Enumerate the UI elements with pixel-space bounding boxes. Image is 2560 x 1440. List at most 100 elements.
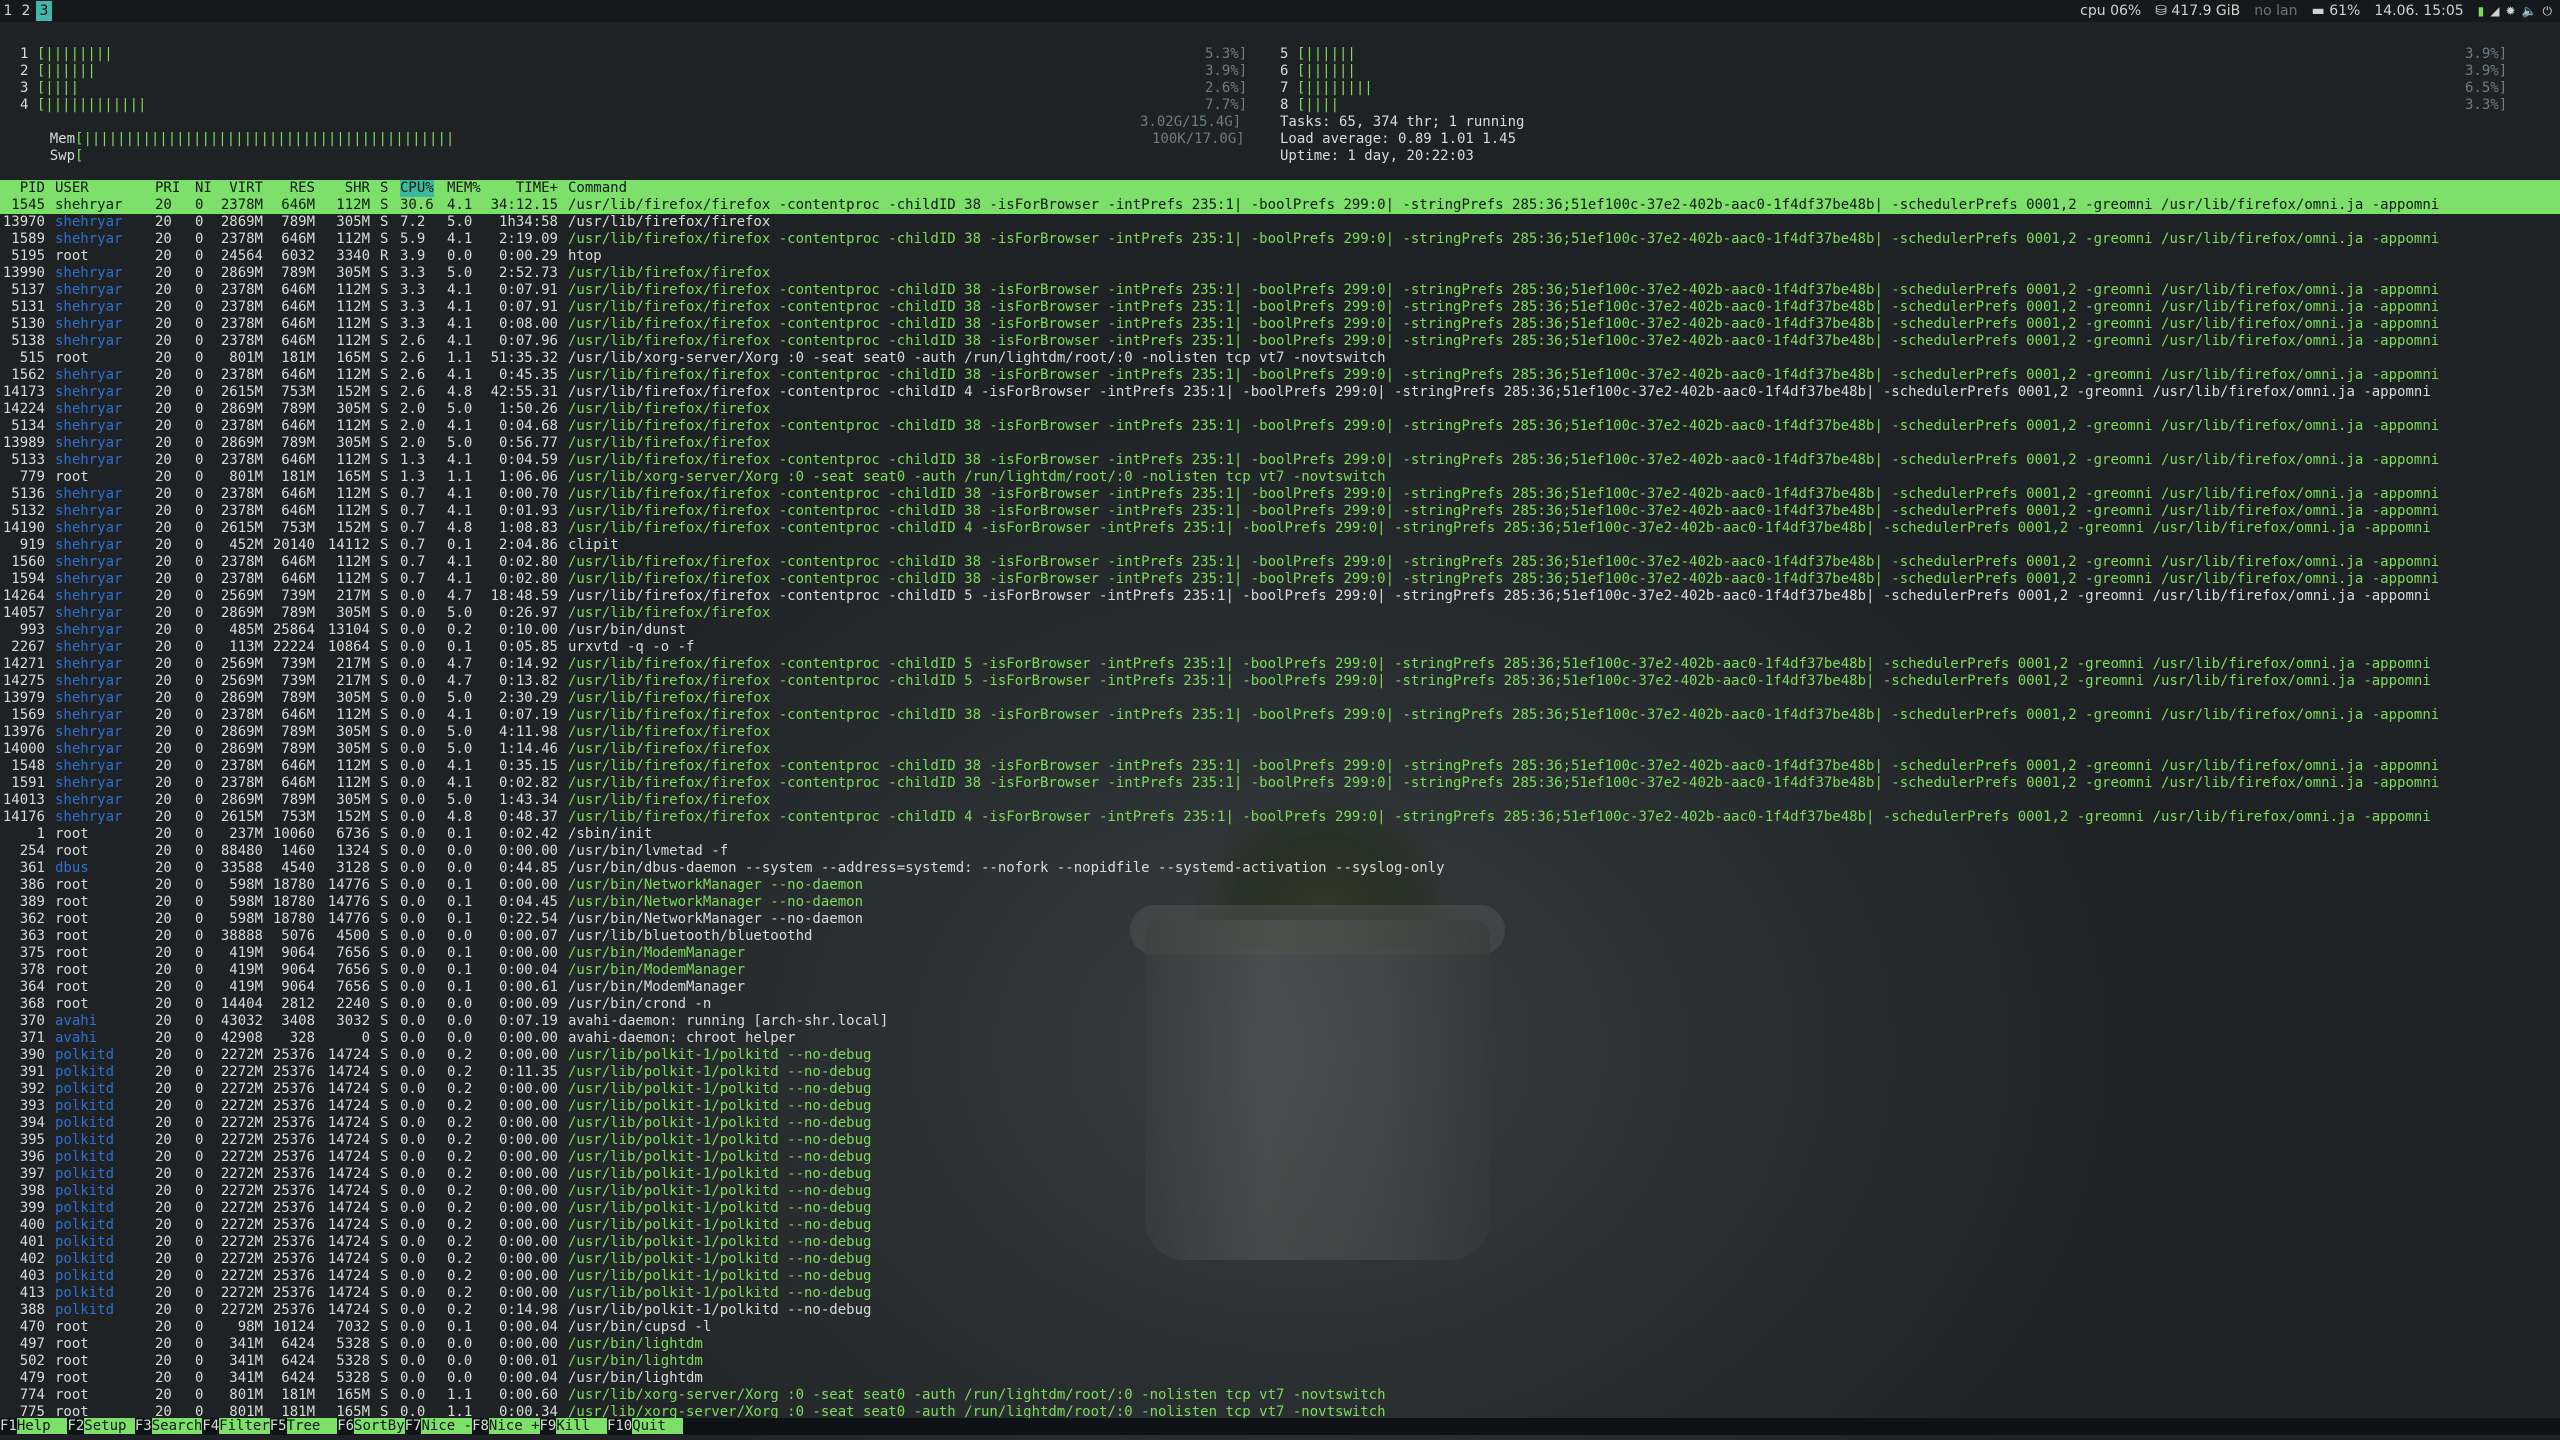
- process-row[interactable]: 5136 shehryar 20 0 2378M 646M 112M S 0.7 4.1 0:00.…: [0, 486, 2560, 503]
- process-row[interactable]: 393 polkitd 20 0 2272M 25376 14724 S 0.0 0.2 0:00.…: [0, 1098, 2560, 1115]
- process-row[interactable]: 370 avahi 20 0 43032 3408 3032 S 0.0 0.0 0:07.19 av…: [0, 1013, 2560, 1030]
- column-header-s[interactable]: S: [380, 180, 388, 197]
- process-row[interactable]: 5132 shehryar 20 0 2378M 646M 112M S 0.7 4.1 0:01.…: [0, 503, 2560, 520]
- process-row[interactable]: 375 root 20 0 419M 9064 7656 S 0.0 0.1 0:00.00/usr…: [0, 945, 2560, 962]
- column-header-mem[interactable]: MEM%: [447, 180, 481, 197]
- fkey-f4[interactable]: F4Filter: [202, 1418, 270, 1435]
- process-row[interactable]: 389 root 20 0 598M 18780 14776 S 0.0 0.1 0:04.45/u…: [0, 894, 2560, 911]
- process-row[interactable]: 14275 shehryar 20 0 2569M 739M 217M S 0.0 4.7 0:13…: [0, 673, 2560, 690]
- htop-window[interactable]: Mem[||||||||||||||||||||||||||||||||||||…: [0, 22, 2560, 1440]
- process-row[interactable]: 14264 shehryar 20 0 2569M 739M 217M S 0.0 4.7 18:4…: [0, 588, 2560, 605]
- process-row[interactable]: 386 root 20 0 598M 18780 14776 S 0.0 0.1 0:00.00/u…: [0, 877, 2560, 894]
- process-row[interactable]: 497 root 20 0 341M 6424 5328 S 0.0 0.0 0:00.00/usr…: [0, 1336, 2560, 1353]
- process-row[interactable]: 502 root 20 0 341M 6424 5328 S 0.0 0.0 0:00.01/usr…: [0, 1353, 2560, 1370]
- fkey-f8[interactable]: F8Nice +: [472, 1418, 540, 1435]
- column-header-ni[interactable]: NI: [195, 180, 212, 197]
- brightness-icon[interactable]: ✹: [2505, 0, 2515, 22]
- process-row[interactable]: 413 polkitd 20 0 2272M 25376 14724 S 0.0 0.2 0:00.…: [0, 1285, 2560, 1302]
- process-row[interactable]: 403 polkitd 20 0 2272M 25376 14724 S 0.0 0.2 0:00.…: [0, 1268, 2560, 1285]
- process-row[interactable]: 14190 shehryar 20 0 2615M 753M 152M S 0.7 4.8 1:08…: [0, 520, 2560, 537]
- process-list[interactable]: 1545 shehryar 20 0 2378M 646M 112M S 30.6 4.1 34:1…: [0, 197, 2560, 1421]
- fkey-f7[interactable]: F7Nice -: [404, 1418, 473, 1435]
- process-row[interactable]: 1562 shehryar 20 0 2378M 646M 112M S 2.6 4.1 0:45.…: [0, 367, 2560, 384]
- process-row[interactable]: 5134 shehryar 20 0 2378M 646M 112M S 2.0 4.1 0:04.…: [0, 418, 2560, 435]
- process-row[interactable]: 368 root 20 0 14404 2812 2240 S 0.0 0.0 0:00.09/us…: [0, 996, 2560, 1013]
- fkey-f5[interactable]: F5Tree: [269, 1418, 338, 1435]
- signal-icon[interactable]: ▮: [2478, 0, 2485, 22]
- process-row[interactable]: 14176 shehryar 20 0 2615M 753M 152M S 0.0 4.8 0:48…: [0, 809, 2560, 826]
- fkey-f1[interactable]: F1Help: [0, 1418, 68, 1435]
- process-row[interactable]: 392 polkitd 20 0 2272M 25376 14724 S 0.0 0.2 0:00.…: [0, 1081, 2560, 1098]
- process-row[interactable]: 390 polkitd 20 0 2272M 25376 14724 S 0.0 0.2 0:00.…: [0, 1047, 2560, 1064]
- process-row[interactable]: 13976 shehryar 20 0 2869M 789M 305M S 0.0 5.0 4:11…: [0, 724, 2560, 741]
- column-header-time[interactable]: TIME+: [490, 180, 558, 197]
- process-row[interactable]: 13990 shehryar 20 0 2869M 789M 305M S 3.3 5.0 2:52…: [0, 265, 2560, 282]
- process-row[interactable]: 13989 shehryar 20 0 2869M 789M 305M S 2.0 5.0 0:56…: [0, 435, 2560, 452]
- column-header-virt[interactable]: VIRT: [218, 180, 263, 197]
- process-row[interactable]: 5138 shehryar 20 0 2378M 646M 112M S 2.6 4.1 0:07.…: [0, 333, 2560, 350]
- process-row[interactable]: 5131 shehryar 20 0 2378M 646M 112M S 3.3 4.1 0:07.…: [0, 299, 2560, 316]
- process-row[interactable]: 14173 shehryar 20 0 2615M 753M 152M S 2.6 4.8 42:5…: [0, 384, 2560, 401]
- process-row[interactable]: 396 polkitd 20 0 2272M 25376 14724 S 0.0 0.2 0:00.…: [0, 1149, 2560, 1166]
- process-row[interactable]: 1589 shehryar 20 0 2378M 646M 112M S 5.9 4.1 2:19.…: [0, 231, 2560, 248]
- process-row[interactable]: 14013 shehryar 20 0 2869M 789M 305M S 0.0 5.0 1:43…: [0, 792, 2560, 809]
- process-row[interactable]: 371 avahi 20 0 42908 328 0 S 0.0 0.0 0:00.00 avahi-…: [0, 1030, 2560, 1047]
- process-row[interactable]: 1548 shehryar 20 0 2378M 646M 112M S 0.0 4.1 0:35.…: [0, 758, 2560, 775]
- column-header-pri[interactable]: PRI: [155, 180, 180, 197]
- workspace-3[interactable]: 3: [36, 1, 52, 21]
- process-row[interactable]: 395 polkitd 20 0 2272M 25376 14724 S 0.0 0.2 0:00.…: [0, 1132, 2560, 1149]
- fkey-f2[interactable]: F2Setup: [67, 1418, 135, 1435]
- process-row[interactable]: 1560 shehryar 20 0 2378M 646M 112M S 0.7 4.1 0:02.…: [0, 554, 2560, 571]
- process-row[interactable]: 363 root 20 0 38888 5076 4500 S 0.0 0.0 0:00.07/us…: [0, 928, 2560, 945]
- fkey-f9[interactable]: F9Kill: [539, 1418, 607, 1435]
- process-row[interactable]: 14000 shehryar 20 0 2869M 789M 305M S 0.0 5.0 1:14…: [0, 741, 2560, 758]
- workspace-1[interactable]: 1: [0, 1, 16, 21]
- process-row[interactable]: 400 polkitd 20 0 2272M 25376 14724 S 0.0 0.2 0:00.…: [0, 1217, 2560, 1234]
- process-row[interactable]: 1594 shehryar 20 0 2378M 646M 112M S 0.7 4.1 0:02.…: [0, 571, 2560, 588]
- process-row[interactable]: 14224 shehryar 20 0 2869M 789M 305M S 2.0 5.0 1:50…: [0, 401, 2560, 418]
- process-row[interactable]: 378 root 20 0 419M 9064 7656 S 0.0 0.1 0:00.04/usr…: [0, 962, 2560, 979]
- wifi-icon[interactable]: ◢: [2490, 0, 2499, 22]
- process-row[interactable]: 2267 shehryar 20 0 113M 22224 10864 S 0.0 0.1 0:05…: [0, 639, 2560, 656]
- column-header-command[interactable]: Command: [568, 180, 627, 197]
- process-row[interactable]: 13979 shehryar 20 0 2869M 789M 305M S 0.0 5.0 2:30…: [0, 690, 2560, 707]
- process-row[interactable]: 14271 shehryar 20 0 2569M 739M 217M S 0.0 4.7 0:14…: [0, 656, 2560, 673]
- fkey-f10[interactable]: F10Quit: [606, 1418, 683, 1435]
- process-row[interactable]: 5137 shehryar 20 0 2378M 646M 112M S 3.3 4.1 0:07.…: [0, 282, 2560, 299]
- process-row[interactable]: 14057 shehryar 20 0 2869M 789M 305M S 0.0 5.0 0:26…: [0, 605, 2560, 622]
- process-row[interactable]: 398 polkitd 20 0 2272M 25376 14724 S 0.0 0.2 0:00.…: [0, 1183, 2560, 1200]
- process-row[interactable]: 1569 shehryar 20 0 2378M 646M 112M S 0.0 4.1 0:07.…: [0, 707, 2560, 724]
- process-row[interactable]: 391 polkitd 20 0 2272M 25376 14724 S 0.0 0.2 0:11.…: [0, 1064, 2560, 1081]
- process-row[interactable]: 774 root 20 0 801M 181M 165M S 0.0 1.1 0:00.60/usr…: [0, 1387, 2560, 1404]
- process-row[interactable]: 1 root 20 0 237M 10060 6736 S 0.0 0.1 0:02.42/sbin…: [0, 826, 2560, 843]
- process-row[interactable]: 401 polkitd 20 0 2272M 25376 14724 S 0.0 0.2 0:00.…: [0, 1234, 2560, 1251]
- power-icon[interactable]: ⏻: [2543, 0, 2553, 22]
- workspace-2[interactable]: 2: [18, 1, 34, 21]
- process-row[interactable]: 402 polkitd 20 0 2272M 25376 14724 S 0.0 0.2 0:00.…: [0, 1251, 2560, 1268]
- process-row[interactable]: 5130 shehryar 20 0 2378M 646M 112M S 3.3 4.1 0:08.…: [0, 316, 2560, 333]
- process-row[interactable]: 361 dbus 20 0 33588 4540 3128 S 0.0 0.0 0:44.85/us…: [0, 860, 2560, 877]
- process-row[interactable]: 1591 shehryar 20 0 2378M 646M 112M S 0.0 4.1 0:02.…: [0, 775, 2560, 792]
- process-row[interactable]: 254 root 20 0 88480 1460 1324 S 0.0 0.0 0:00.00/us…: [0, 843, 2560, 860]
- process-row[interactable]: 479 root 20 0 341M 6424 5328 S 0.0 0.0 0:00.04/usr…: [0, 1370, 2560, 1387]
- process-row[interactable]: 515 root 20 0 801M 181M 165M S 2.6 1.1 51:35.32/us…: [0, 350, 2560, 367]
- process-row[interactable]: 394 polkitd 20 0 2272M 25376 14724 S 0.0 0.2 0:00.…: [0, 1115, 2560, 1132]
- process-row[interactable]: 779 root 20 0 801M 181M 165M S 1.3 1.1 1:06.06/usr…: [0, 469, 2560, 486]
- process-row[interactable]: 397 polkitd 20 0 2272M 25376 14724 S 0.0 0.2 0:00.…: [0, 1166, 2560, 1183]
- process-row[interactable]: 399 polkitd 20 0 2272M 25376 14724 S 0.0 0.2 0:00.…: [0, 1200, 2560, 1217]
- column-header-shr[interactable]: SHR: [320, 180, 370, 197]
- process-row[interactable]: 993 shehryar 20 0 485M 25864 13104 S 0.0 0.2 0:10.…: [0, 622, 2560, 639]
- process-row[interactable]: 5195 root 20 0 24564 6032 3340 R 3.9 0.0 0:00.29 ht…: [0, 248, 2560, 265]
- volume-icon[interactable]: 🔈: [2522, 0, 2537, 22]
- process-row[interactable]: 1545 shehryar 20 0 2378M 646M 112M S 30.6 4.1 34:1…: [0, 197, 2560, 214]
- column-header-user[interactable]: USER: [55, 180, 89, 197]
- fkey-f6[interactable]: F6SortBy: [337, 1418, 405, 1435]
- process-row[interactable]: 13970 shehryar 20 0 2869M 789M 305M S 7.2 5.0 1h34…: [0, 214, 2560, 231]
- fkey-f3[interactable]: F3Search: [134, 1418, 203, 1435]
- process-row[interactable]: 919 shehryar 20 0 452M 20140 14112 S 0.7 0.1 2:04.…: [0, 537, 2560, 554]
- process-row[interactable]: 364 root 20 0 419M 9064 7656 S 0.0 0.1 0:00.61/usr…: [0, 979, 2560, 996]
- process-row[interactable]: 362 root 20 0 598M 18780 14776 S 0.0 0.1 0:22.54/u…: [0, 911, 2560, 928]
- process-row[interactable]: 5133 shehryar 20 0 2378M 646M 112M S 1.3 4.1 0:04.…: [0, 452, 2560, 469]
- column-header-pid[interactable]: PID: [20, 180, 45, 197]
- process-row[interactable]: 388 polkitd 20 0 2272M 25376 14724 S 0.0 0.2 0:14.…: [0, 1302, 2560, 1319]
